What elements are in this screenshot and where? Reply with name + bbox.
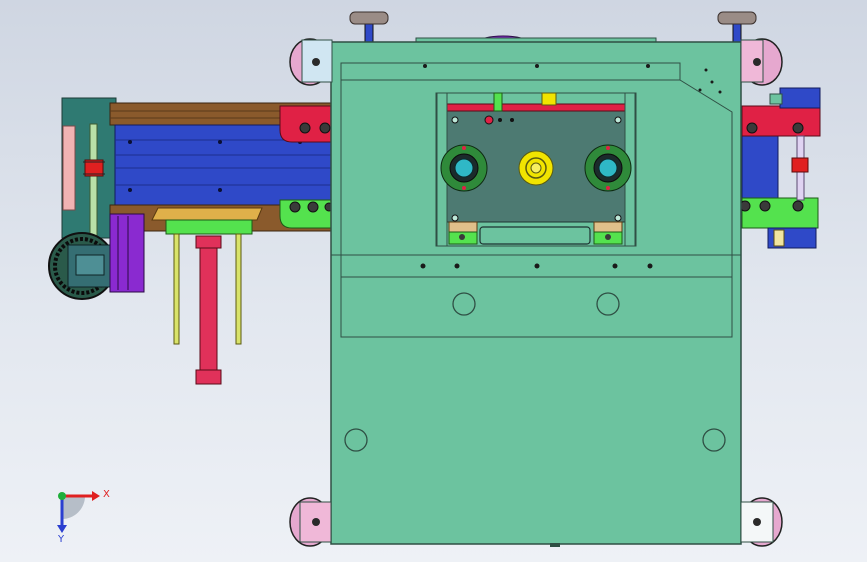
knob-left-cap[interactable] — [349, 11, 389, 25]
center-red-bar — [445, 103, 627, 112]
caster-bottom-left — [289, 497, 332, 547]
caster-top-left — [289, 38, 333, 86]
axis-triad: X Y — [57, 489, 110, 545]
right-sprocket — [791, 157, 809, 173]
air-cylinder-body — [199, 235, 218, 373]
right-conveyor-assembly — [739, 87, 821, 249]
knob-right-stem — [732, 21, 742, 45]
right-green-guide-rail — [741, 197, 819, 229]
left-pusher-plate — [151, 207, 263, 221]
triad-origin — [58, 492, 66, 500]
right-conveyor-belt — [741, 129, 779, 205]
left-cylinder-mount — [165, 219, 253, 235]
left-green-guide-rail — [279, 199, 333, 229]
knob-left-stem — [364, 21, 374, 45]
cad-assembly-viewport[interactable]: X Y — [0, 0, 867, 562]
guide-rod-right — [235, 233, 242, 345]
right-motor-box — [779, 87, 821, 109]
y-axis-label: Y — [57, 534, 65, 545]
center-mechanism — [435, 92, 637, 247]
knob-right-cap[interactable] — [717, 11, 757, 25]
triad-shadow — [62, 496, 85, 519]
caster-top-right — [740, 38, 783, 86]
x-axis-label: X — [103, 489, 110, 500]
guide-rod-left — [173, 233, 180, 345]
left-purple-bracket — [109, 213, 145, 293]
center-bottom-slot — [479, 226, 591, 245]
left-pink-roller — [62, 125, 76, 211]
left-conveyor-assembly — [48, 97, 334, 385]
caster-bottom-right — [740, 497, 783, 547]
left-vertical-shaft — [89, 123, 98, 253]
